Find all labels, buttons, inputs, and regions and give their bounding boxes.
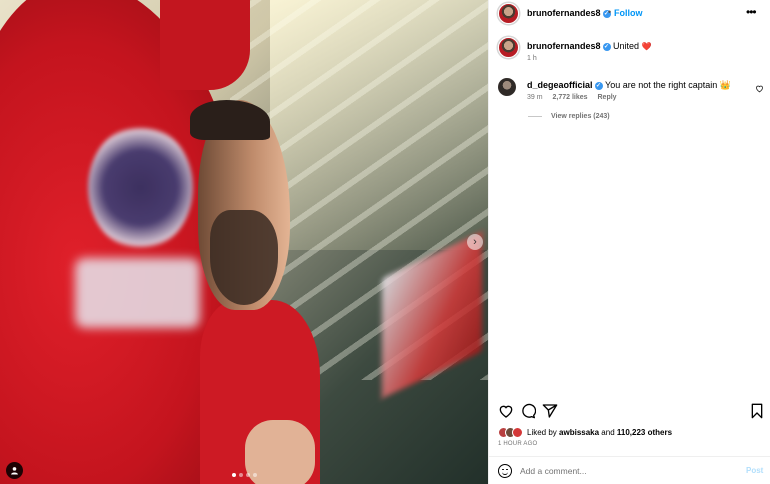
post-image[interactable]: › [0,0,488,484]
tagged-users-button[interactable] [6,462,23,479]
raised-arm [160,0,250,90]
liked-by-and: and [601,428,615,437]
shirt-sponsor-logo [75,258,200,328]
comment-line: d_degeaofficial ✓ You are not the right c… [527,80,731,91]
more-options-icon[interactable]: ••• [746,5,757,19]
carousel-dot [253,473,257,477]
club-badge [88,125,193,250]
liker-avatar [512,427,523,438]
comment-input[interactable] [520,464,730,478]
caption-time[interactable]: 1 h [527,55,537,62]
commenter-username[interactable]: d_degeaofficial ✓ [527,80,605,90]
view-replies-button[interactable]: View replies (243) [528,113,610,120]
comment-likes[interactable]: 2,772 likes [553,94,588,101]
caption-avatar[interactable] [498,37,519,58]
carousel-dot [246,473,250,477]
user-icon [11,467,18,475]
post-side-panel: brunofernandes8 ✓ • Follow ••• brunoferna… [488,0,770,484]
author-avatar[interactable] [498,3,519,24]
caption-line: brunofernandes8 ✓ United ❤️ [527,41,652,51]
likes-summary[interactable]: Liked by awbissaka and 110,223 others [498,427,672,438]
carousel-indicator [232,473,257,477]
header-separator: • [608,7,612,17]
comment-bubble-icon[interactable] [520,403,536,419]
crown-emoji: 👑 [719,80,732,90]
comment-meta: 39 m 2,772 likes Reply [527,94,625,101]
commenter-avatar[interactable] [498,78,516,96]
caption-text: United [613,41,640,51]
share-paper-plane-icon[interactable] [542,403,558,419]
liked-by-user[interactable]: awbissaka [559,428,599,437]
comment-time[interactable]: 39 m [527,94,543,101]
follow-button[interactable]: Follow [614,8,643,18]
add-comment-bar: Post [489,456,770,484]
player-beard [210,210,278,305]
author-username[interactable]: brunofernandes8 ✓ [527,8,611,18]
like-heart-icon[interactable] [498,403,514,419]
carousel-dot [239,473,243,477]
liker-avatars [498,427,523,438]
next-slide-button[interactable]: › [467,234,483,250]
post-comment-button[interactable]: Post [746,466,763,475]
liked-by-others[interactable]: 110,223 others [617,428,672,437]
comment-text: You are not the right captain [605,80,718,90]
emoji-picker-icon[interactable] [498,464,512,478]
save-bookmark-icon[interactable] [749,403,765,419]
post-header: brunofernandes8 ✓ • Follow ••• [489,0,770,28]
replies-divider [528,116,542,117]
comment-like-heart-icon[interactable] [755,84,764,93]
view-replies-label: View replies (243) [551,113,610,120]
player-hair [190,100,270,140]
posted-time[interactable]: 1 HOUR AGO [498,441,537,447]
action-bar [489,400,770,422]
reply-button[interactable]: Reply [598,94,617,101]
verified-icon: ✓ [602,42,611,51]
red-heart-emoji: ❤️ [641,42,652,51]
caption-username[interactable]: brunofernandes8 ✓ [527,41,613,51]
carousel-dot [232,473,236,477]
liked-by-prefix: Liked by [527,428,557,437]
verified-icon: ✓ [594,81,603,90]
chevron-right-icon: › [473,235,477,248]
